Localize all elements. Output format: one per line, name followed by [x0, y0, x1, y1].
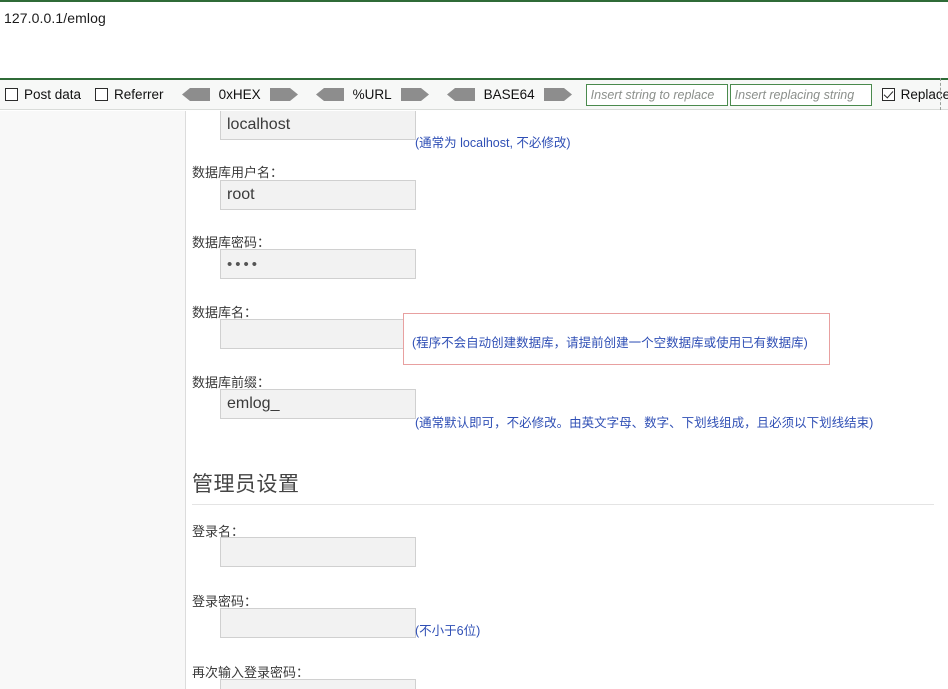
db-user-label: 数据库用户名：: [192, 165, 284, 180]
referrer-label: Referrer: [114, 87, 164, 102]
arrow-left-icon[interactable]: [446, 88, 475, 101]
db-host-hint: (通常为 localhost, 不必修改): [415, 136, 571, 150]
arrow-right-icon[interactable]: [269, 88, 298, 101]
address-bar-url[interactable]: 127.0.0.1/emlog: [4, 6, 504, 30]
encoder-hex-group: 0xHEX: [173, 80, 307, 110]
db-host-input[interactable]: [220, 111, 416, 140]
replace-inputs-group: [581, 80, 877, 110]
toolbar-right-edge: [940, 78, 941, 110]
extension-toolbar: Post data Referrer 0xHEX %URL BASE64 Ins…: [0, 78, 948, 110]
arrow-right-icon[interactable]: [400, 88, 429, 101]
db-prefix-input[interactable]: [220, 389, 416, 419]
db-prefix-hint: (通常默认即可，不必修改。由英文字母、数字、下划线组成，且必须以下划线结束): [415, 416, 874, 430]
db-name-warning-box: (程序不会自动创建数据库，请提前创建一个空数据库或使用已有数据库): [403, 313, 830, 365]
page-content: (通常为 localhost, 不必修改) 数据库用户名： 数据库密码： •••…: [187, 111, 948, 689]
login-password-input[interactable]: [220, 608, 416, 638]
encoder-url-label: %URL: [352, 87, 392, 102]
search-string-input[interactable]: [585, 83, 728, 106]
login-name-row: [220, 537, 416, 567]
login-name-input[interactable]: [220, 537, 416, 567]
db-name-input[interactable]: [220, 319, 416, 349]
db-password-masked-value: ••••: [227, 255, 261, 273]
db-password-input[interactable]: ••••: [220, 249, 416, 279]
encoder-hex-label: 0xHEX: [218, 87, 261, 102]
replace-string-input[interactable]: [729, 83, 872, 106]
checkbox-icon[interactable]: [5, 88, 18, 101]
admin-section-title: 管理员设置: [192, 473, 300, 496]
post-data-checkbox[interactable]: Post data: [0, 80, 90, 110]
login-password-row: [220, 608, 416, 638]
db-user-row: [220, 180, 416, 210]
login-password-confirm-input[interactable]: [220, 679, 416, 689]
referrer-checkbox[interactable]: Referrer: [90, 80, 173, 110]
db-host-row: [220, 111, 416, 140]
arrow-left-icon[interactable]: [315, 88, 344, 101]
db-name-hint: (程序不会自动创建数据库，请提前创建一个空数据库或使用已有数据库): [412, 336, 808, 350]
arrow-left-icon[interactable]: [181, 88, 210, 101]
db-user-input[interactable]: [220, 180, 416, 210]
checkbox-icon[interactable]: [95, 88, 109, 101]
checkbox-checked-icon[interactable]: [881, 88, 895, 101]
page-body: (通常为 localhost, 不必修改) 数据库用户名： 数据库密码： •••…: [0, 111, 948, 689]
admin-section-divider: [192, 504, 934, 505]
page-left-gutter: [0, 111, 186, 689]
replace-all-checkbox[interactable]: Replace All: [877, 80, 948, 110]
encoder-base64-group: BASE64: [438, 80, 581, 110]
db-password-row: ••••: [220, 249, 416, 279]
encoder-url-group: %URL: [307, 80, 438, 110]
db-prefix-row: [220, 389, 416, 419]
top-accent-rule: [0, 0, 948, 2]
db-name-row: [220, 319, 416, 349]
encoder-base64-label: BASE64: [483, 87, 535, 102]
post-data-label: Post data: [24, 87, 82, 102]
arrow-right-icon[interactable]: [543, 88, 572, 101]
login-password-confirm-row: [220, 679, 416, 689]
login-password-hint: (不小于6位): [415, 624, 481, 638]
